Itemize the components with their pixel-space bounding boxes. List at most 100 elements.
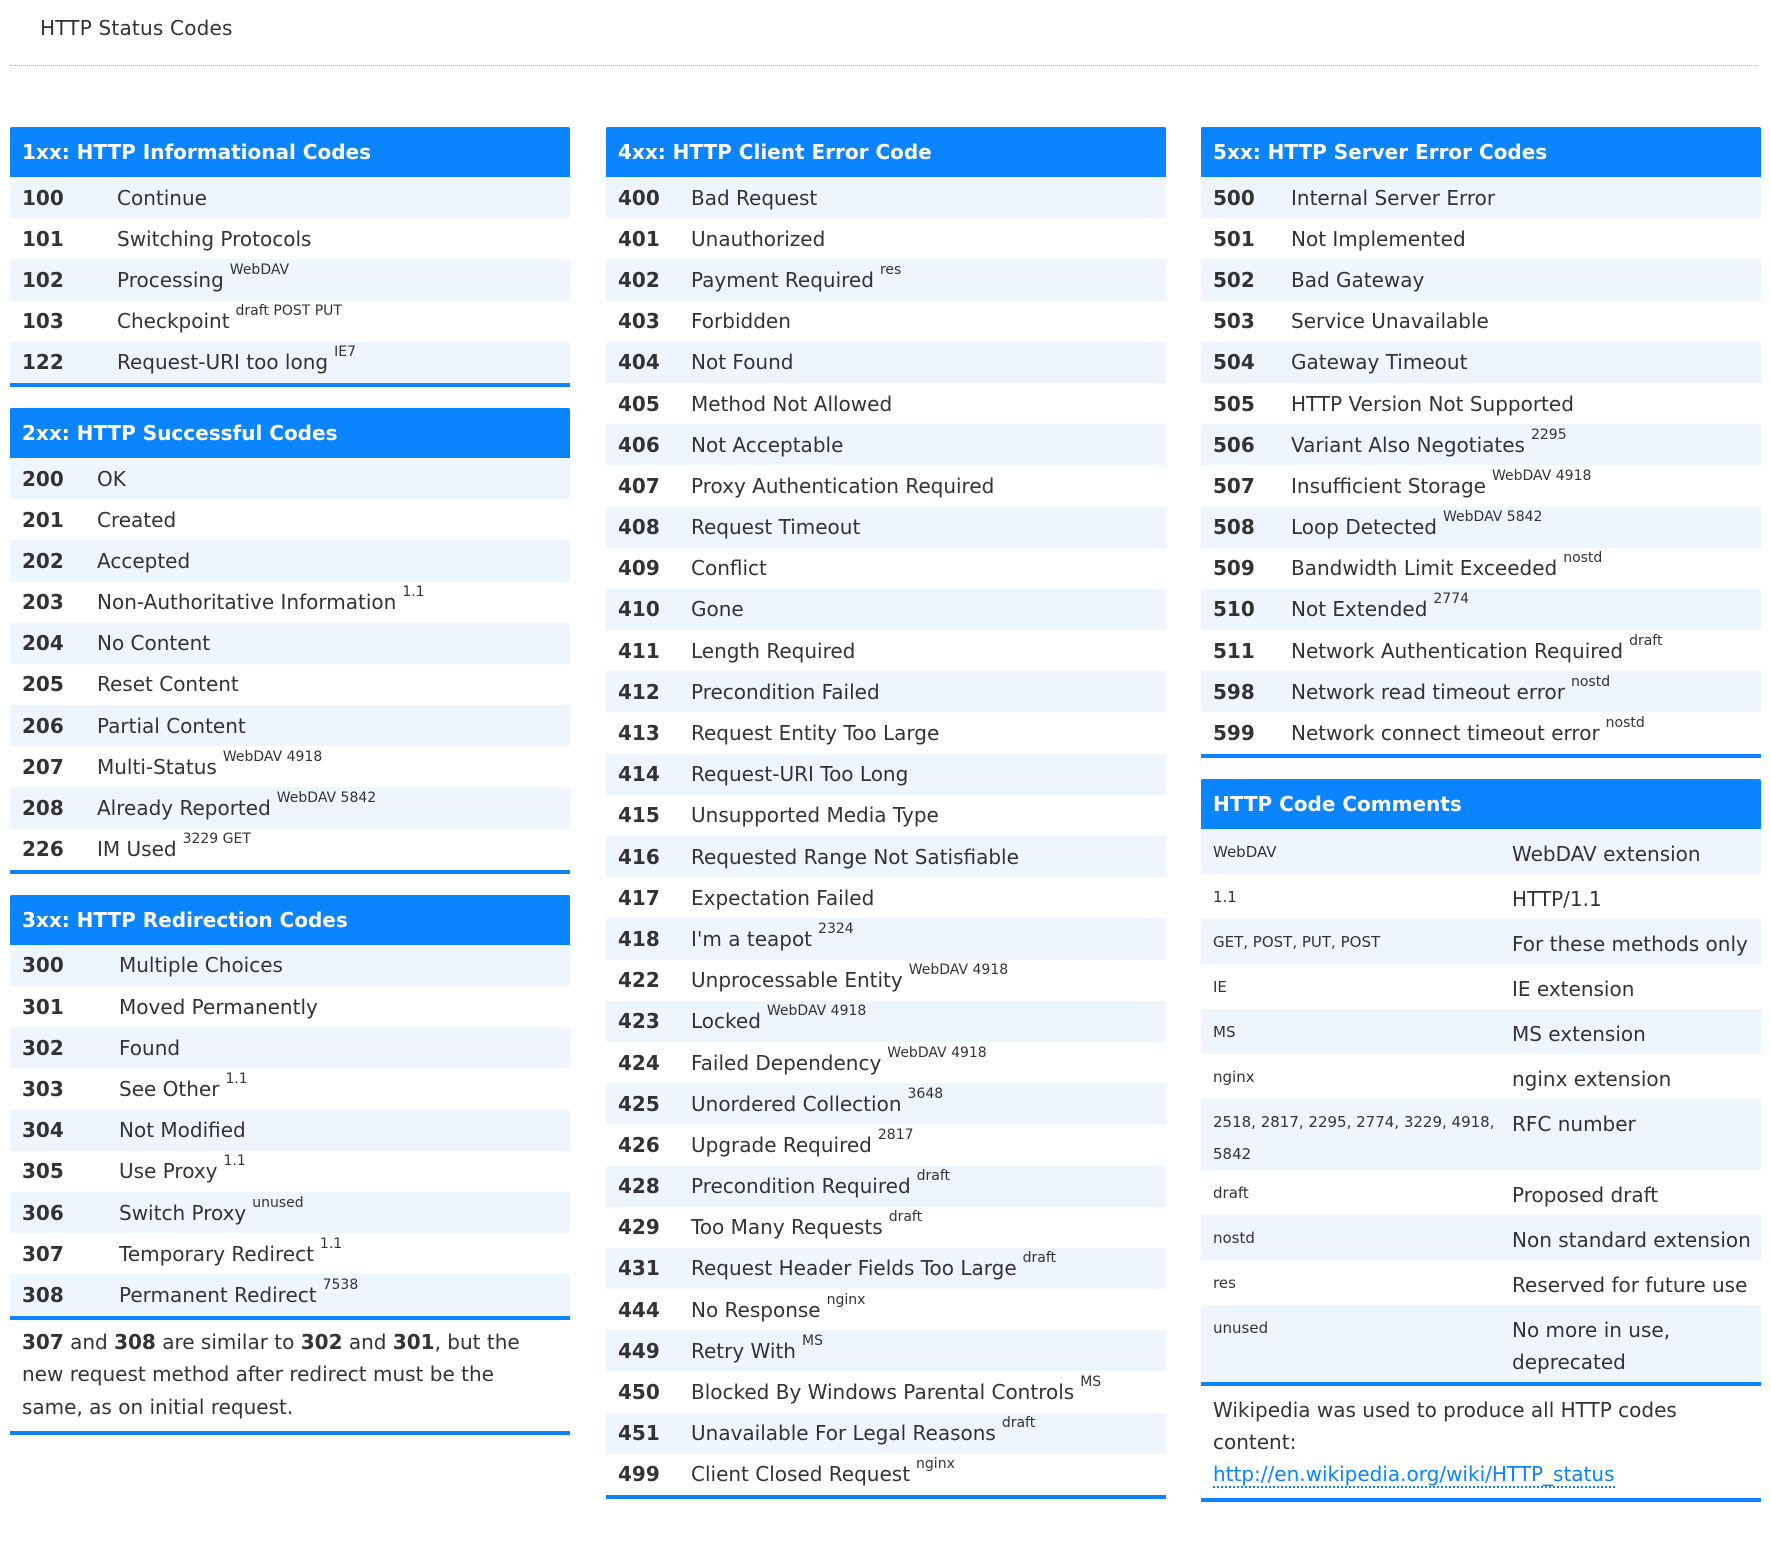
status-code-row: 506 Variant Also Negotiates 2295: [1201, 424, 1761, 466]
status-note: 3648: [907, 1085, 944, 1102]
status-code: 510: [1213, 597, 1255, 622]
status-code: 599: [1213, 721, 1255, 746]
comment-value: No more in use, deprecated: [1512, 1317, 1671, 1374]
status-note: WebDAV 5842: [1443, 509, 1543, 526]
status-code-row: 503 Service Unavailable: [1201, 301, 1761, 342]
status-code: 402: [618, 267, 660, 292]
status-label-text: Moved Permanently: [119, 994, 318, 1019]
status-label: Use Proxy 1.1: [119, 1153, 246, 1183]
status-label-text: Unordered Collection: [691, 1091, 902, 1116]
status-note: nostd: [1563, 550, 1603, 567]
status-code-row: 403 Forbidden: [606, 301, 1166, 342]
status-code-row: 404 Not Found: [606, 341, 1166, 383]
status-note: draft: [888, 1209, 923, 1226]
status-code: 100: [22, 185, 64, 210]
status-code-row: 511 Network Authentication Required draft: [1201, 630, 1761, 671]
status-note: 1.1: [223, 1153, 246, 1170]
comment-value: MS extension: [1512, 1021, 1646, 1046]
status-code: 412: [618, 679, 660, 704]
status-label: Request Timeout: [691, 515, 860, 539]
status-label: Upgrade Required 2817: [691, 1127, 914, 1157]
status-code: 511: [1213, 638, 1255, 663]
status-code: 598: [1213, 679, 1255, 704]
comment-key: unused: [1213, 1318, 1269, 1337]
status-label-text: Method Not Allowed: [691, 391, 893, 416]
status-label: Bad Gateway: [1291, 268, 1424, 292]
status-note: nginx: [916, 1456, 955, 1473]
status-label: Not Found: [691, 350, 793, 374]
comment-row: MS MS extension: [1201, 1008, 1761, 1054]
status-code: 203: [22, 590, 64, 615]
status-code: 302: [22, 1035, 64, 1060]
status-label-text: Partial Content: [97, 713, 246, 738]
status-label-text: Network Authentication Required: [1291, 638, 1624, 663]
status-label-text: Locked: [691, 1009, 761, 1034]
status-code-row: 508 Loop Detected WebDAV 5842: [1201, 506, 1761, 548]
status-note: WebDAV 5842: [276, 790, 377, 807]
status-label-text: Gone: [691, 597, 744, 622]
status-label: Unprocessable Entity WebDAV 4918: [691, 962, 1008, 992]
status-note: MS: [801, 1332, 823, 1349]
status-code: 101: [22, 226, 64, 251]
status-code-row: 414 Request-URI Too Long: [606, 753, 1166, 795]
status-label-text: Bad Request: [691, 185, 818, 210]
status-code: 422: [618, 968, 660, 993]
status-label: Request Header Fields Too Large draft: [691, 1250, 1056, 1280]
status-code-row: 407 Proxy Authentication Required: [606, 465, 1166, 506]
status-label-text: Continue: [117, 185, 207, 210]
status-label-text: Temporary Redirect: [119, 1241, 314, 1266]
status-code-row: 444 No Response nginx: [606, 1289, 1166, 1330]
status-note: WebDAV 4918: [222, 748, 323, 765]
status-label: Payment Required res: [691, 262, 901, 292]
status-label-text: Not Extended: [1291, 597, 1428, 622]
status-label: Service Unavailable: [1291, 309, 1489, 333]
status-label: HTTP Version Not Supported: [1291, 392, 1574, 416]
status-code: 451: [618, 1421, 660, 1446]
status-note: WebDAV 4918: [887, 1044, 987, 1061]
status-code-list: 100 Continue 101 Switching Protocols 102 Proc…: [10, 177, 570, 383]
status-code-row: 499 Client Closed Request nginx: [606, 1454, 1166, 1495]
status-note: WebDAV: [229, 261, 290, 278]
status-code-row: 208 Already Reported WebDAV 5842: [10, 787, 570, 829]
status-label: Loop Detected WebDAV 5842: [1291, 509, 1542, 539]
status-note: nostd: [1605, 715, 1645, 732]
status-label: Accepted: [97, 549, 190, 573]
status-code-row: 303 See Other 1.1: [10, 1068, 570, 1109]
status-label-text: OK: [97, 466, 126, 491]
status-label: Switch Proxy unused: [119, 1195, 304, 1225]
status-code-row: 402 Payment Required res: [606, 259, 1166, 301]
comment-value: Reserved for future use: [1512, 1272, 1748, 1297]
status-code: 305: [22, 1159, 64, 1184]
comment-value: nginx extension: [1512, 1066, 1672, 1091]
redirection-codes-card: 3xx: HTTP Redirection Codes 300 Multiple …: [10, 894, 570, 1435]
status-label: Conflict: [691, 556, 767, 580]
status-label: Already Reported WebDAV 5842: [97, 790, 376, 820]
status-code: 415: [618, 803, 660, 828]
wikipedia-link[interactable]: http://en.wikipedia.org/wiki/HTTP_status: [1213, 1461, 1615, 1488]
status-label: Requested Range Not Satisfiable: [691, 845, 1019, 869]
comment-row: WebDAV WebDAV extension: [1201, 828, 1761, 874]
status-label: Internal Server Error: [1291, 186, 1495, 210]
status-label: Switching Protocols: [117, 227, 311, 251]
status-code-row: 599 Network connect timeout error nostd: [1201, 712, 1761, 753]
status-label: Retry With MS: [691, 1333, 823, 1363]
status-code: 300: [22, 953, 64, 978]
footnote-code: 307: [22, 1329, 64, 1354]
status-note: draft: [1001, 1415, 1036, 1432]
status-note: MS: [1080, 1374, 1102, 1391]
status-code-row: 429 Too Many Requests draft: [606, 1207, 1166, 1248]
status-label-text: Switching Protocols: [117, 226, 312, 251]
status-label-text: Payment Required: [691, 267, 874, 292]
status-label-text: Forbidden: [691, 309, 791, 334]
status-label: Network read timeout error nostd: [1291, 674, 1610, 704]
status-code: 200: [22, 466, 64, 491]
status-code-row: 598 Network read timeout error nostd: [1201, 671, 1761, 713]
status-code-row: 423 Locked WebDAV 4918: [606, 1000, 1166, 1042]
status-code-row: 500 Internal Server Error: [1201, 177, 1761, 219]
status-code-row: 507 Insufficient Storage WebDAV 4918: [1201, 465, 1761, 506]
status-code: 416: [618, 844, 660, 869]
source-note: Wikipedia was used to produce all HTTP c…: [1201, 1381, 1761, 1498]
comment-value: IE extension: [1512, 976, 1635, 1001]
status-code: 411: [618, 638, 660, 663]
status-code-row: 410 Gone: [606, 588, 1166, 631]
